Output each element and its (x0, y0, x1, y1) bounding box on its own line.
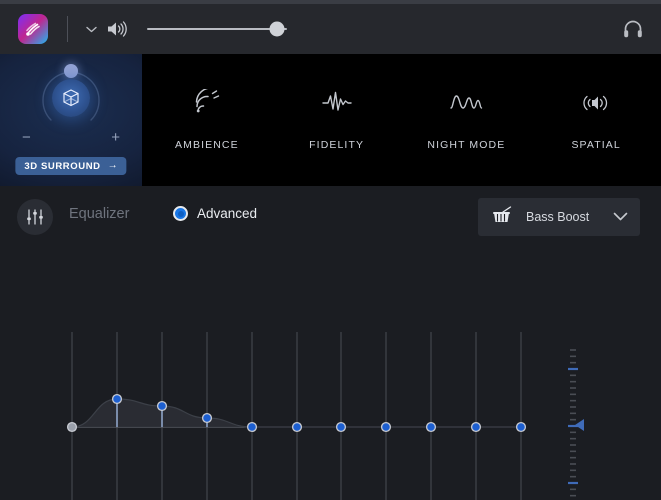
eq-band-handle[interactable] (425, 421, 437, 433)
toolbar (0, 4, 661, 54)
feature-tile-label: SPATIAL (571, 139, 621, 151)
eq-band-handle[interactable] (335, 421, 347, 433)
drum-kit-icon (490, 204, 514, 231)
speaker-volume-icon[interactable] (105, 19, 131, 39)
pulse-waveform-icon (321, 88, 353, 118)
preset-dropdown[interactable]: Bass Boost (478, 198, 640, 236)
eq-band-handle[interactable] (66, 421, 78, 433)
feature-strip: − + 3D SURROUND → AMBIENCE FIDELITY NIGH… (0, 54, 661, 186)
eq-band-handle[interactable] (515, 421, 527, 433)
spatial-speaker-icon (579, 88, 613, 118)
feature-tile-night-mode[interactable]: NIGHT MODE (402, 54, 532, 186)
surround-tile[interactable]: − + 3D SURROUND → (0, 54, 142, 186)
eq-band-handle[interactable] (246, 421, 258, 433)
feature-tile-label: AMBIENCE (175, 139, 239, 151)
equalizer-panel: Equalizer Advanced Bass Boost (0, 186, 661, 500)
feature-tile-fidelity[interactable]: FIDELITY (272, 54, 402, 186)
advanced-radio[interactable] (173, 206, 188, 221)
surround-button[interactable]: 3D SURROUND → (15, 157, 127, 175)
audio-control-panel: − + 3D SURROUND → AMBIENCE FIDELITY NIGH… (0, 0, 661, 500)
cube-3d-icon (52, 79, 90, 117)
equalizer-sliders-icon[interactable] (17, 199, 53, 235)
preamp-marker-icon[interactable] (575, 419, 584, 431)
headphone-icon[interactable] (622, 18, 644, 40)
surround-button-label: 3D SURROUND (24, 160, 101, 172)
eq-band-handle[interactable] (380, 421, 392, 433)
soundwave-logo-icon[interactable] (18, 14, 48, 44)
advanced-mode-toggle[interactable]: Advanced (173, 206, 257, 221)
feature-tile-ambience[interactable]: AMBIENCE (142, 54, 272, 186)
volume-slider[interactable] (147, 20, 287, 38)
surround-decrease-button[interactable]: − (22, 130, 31, 145)
eq-band-handle[interactable] (111, 393, 123, 405)
eq-band-handle[interactable] (470, 421, 482, 433)
eq-band-handle[interactable] (156, 400, 168, 412)
eq-band-handle[interactable] (291, 421, 303, 433)
chevron-down-icon[interactable] (85, 23, 97, 35)
ripple-waves-icon (192, 88, 222, 118)
surround-increase-button[interactable]: + (111, 130, 120, 145)
eq-band-handle[interactable] (201, 412, 213, 424)
surround-knob-handle[interactable] (64, 64, 78, 78)
equalizer-header: Equalizer Advanced Bass Boost (0, 186, 661, 248)
toolbar-divider (67, 16, 68, 42)
surround-knob[interactable] (35, 62, 107, 134)
feature-tile-label: NIGHT MODE (427, 139, 506, 151)
page-title: Equalizer (69, 206, 130, 222)
feature-tile-spatial[interactable]: SPATIAL (531, 54, 661, 186)
chevron-down-icon[interactable] (613, 208, 628, 226)
smooth-wave-icon (449, 88, 483, 118)
equalizer-graph[interactable] (0, 248, 661, 500)
volume-slider-track (147, 28, 287, 30)
arrow-right-icon: → (107, 160, 118, 171)
equalizer-svg[interactable] (0, 248, 661, 500)
feature-tile-label: FIDELITY (309, 139, 365, 151)
advanced-label: Advanced (197, 206, 258, 221)
feature-tiles: AMBIENCE FIDELITY NIGHT MODE SPATIAL (142, 54, 661, 186)
volume-slider-knob[interactable] (269, 21, 285, 37)
preset-label: Bass Boost (526, 210, 590, 224)
